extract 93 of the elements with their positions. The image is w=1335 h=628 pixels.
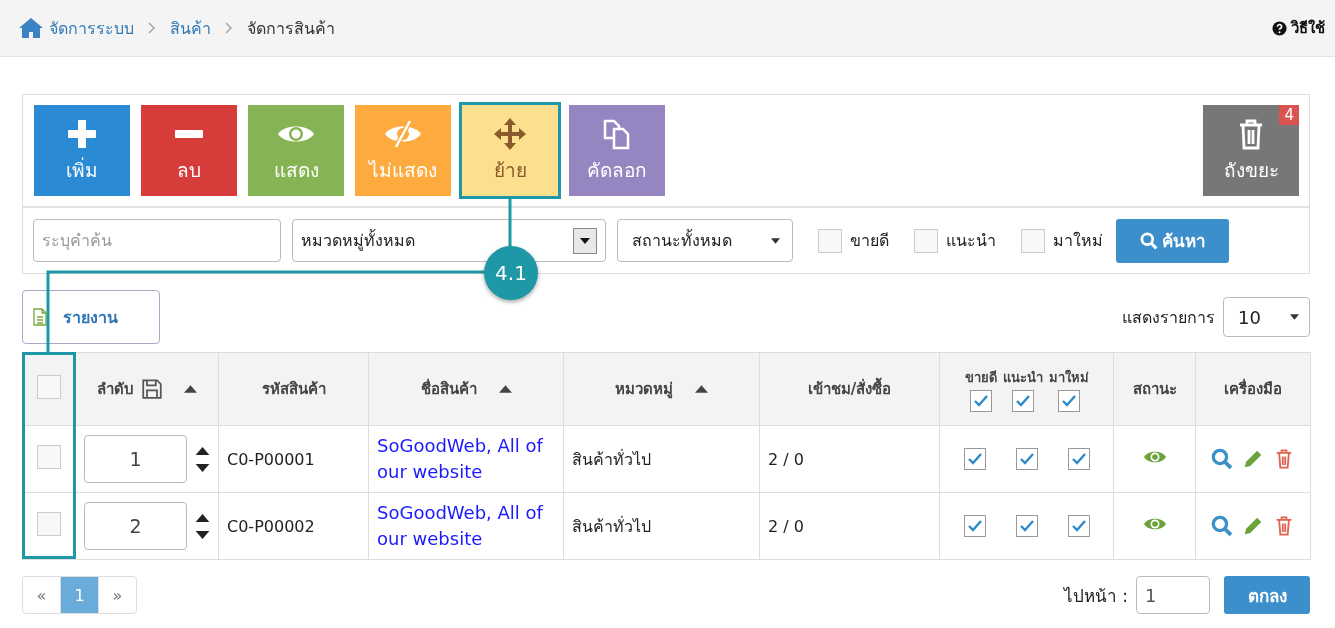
search-field[interactable]: ระบุคำค้น xyxy=(33,219,281,262)
check-icon xyxy=(967,520,982,532)
eye-icon[interactable] xyxy=(1142,516,1167,532)
move-up-icon[interactable] xyxy=(195,513,210,522)
move-button[interactable]: ย้าย xyxy=(462,105,558,196)
breadcrumb-current: จัดการสินค้า xyxy=(247,17,335,40)
table-cell: สินค้าทั่วไป xyxy=(572,516,651,536)
checkbox-label: แนะนำ xyxy=(946,230,996,252)
column-checkbox[interactable] xyxy=(969,389,992,412)
add-button[interactable]: เพิ่ม xyxy=(34,105,130,196)
caret-down-icon xyxy=(771,237,780,244)
row-flag-checkbox[interactable] xyxy=(1015,448,1038,470)
help-link[interactable]: วิธีใช้ xyxy=(1272,16,1325,40)
row-flag-checkbox[interactable] xyxy=(963,448,986,470)
check-icon xyxy=(1019,520,1034,532)
go-to-page-label: ไปหน้า : xyxy=(1063,584,1128,608)
search-icon[interactable] xyxy=(1211,448,1233,470)
search-icon[interactable] xyxy=(1211,515,1233,537)
check-icon xyxy=(967,453,982,465)
copy-button[interactable]: คัดลอก xyxy=(569,105,665,196)
column-header: ชื่อสินค้า xyxy=(420,377,477,400)
page-size-dropdown[interactable]: 10 xyxy=(1223,297,1310,337)
step-badge: 4.1 xyxy=(484,246,538,300)
search-icon xyxy=(1139,231,1158,250)
report-button[interactable]: รายงาน xyxy=(22,290,160,344)
order-field[interactable]: 2 xyxy=(84,502,187,550)
table-cell: สินค้าทั่วไป xyxy=(572,449,651,469)
caret-down-icon xyxy=(1290,314,1299,320)
row-flag-checkbox[interactable] xyxy=(1015,515,1038,537)
check-icon xyxy=(1071,520,1086,532)
pagination-link[interactable]: » xyxy=(99,577,136,613)
column-header: เครื่องมือ xyxy=(1224,377,1282,400)
pencil-icon[interactable] xyxy=(1242,515,1264,537)
row-flag-checkbox[interactable] xyxy=(1067,515,1090,537)
status-dropdown[interactable]: สถานะทั้งหมด xyxy=(617,219,793,262)
column-header: หมวดหมู่ xyxy=(615,379,673,401)
save-icon[interactable] xyxy=(142,379,162,399)
page-number-field[interactable]: 1 xyxy=(1136,576,1210,614)
column-header: ขายดี xyxy=(964,368,997,387)
move-down-icon[interactable] xyxy=(195,463,210,472)
row-flag-checkbox[interactable] xyxy=(963,515,986,537)
column-header: เข้าชม/สั่งซื้อ xyxy=(807,377,892,401)
table-cell: C0-P00002 xyxy=(227,516,315,536)
minus-icon xyxy=(175,129,203,138)
move-down-icon[interactable] xyxy=(195,530,210,539)
column-header: แนะนำ xyxy=(1002,368,1043,387)
check-icon xyxy=(1019,453,1034,465)
check-icon xyxy=(1015,394,1030,407)
order-field[interactable]: 1 xyxy=(84,435,187,483)
column-header: รหัสสินค้า xyxy=(261,379,326,400)
count-badge: 4 xyxy=(1279,105,1299,125)
pagination-link[interactable]: 1 xyxy=(61,577,99,613)
pencil-icon[interactable] xyxy=(1242,448,1264,470)
help-icon xyxy=(1272,20,1287,36)
filter-checkbox[interactable] xyxy=(818,228,842,253)
breadcrumb-link[interactable]: สินค้า xyxy=(170,15,211,41)
sort-icon[interactable] xyxy=(184,385,197,393)
trash-button[interactable]: ถังขยะ 4 xyxy=(1203,105,1299,196)
filter-checkbox[interactable] xyxy=(914,228,938,253)
row-flag-checkbox[interactable] xyxy=(1067,448,1090,470)
table-cell: C0-P00001 xyxy=(227,449,315,469)
column-checkbox[interactable] xyxy=(1057,389,1080,412)
check-icon xyxy=(973,394,988,407)
checkbox-label: ขายดี xyxy=(850,230,889,252)
check-icon xyxy=(1071,453,1086,465)
go-button[interactable]: ตกลง xyxy=(1224,576,1310,614)
row-checkbox[interactable] xyxy=(37,512,61,536)
search-button[interactable]: ค้นหา xyxy=(1116,218,1229,263)
delete-button[interactable]: ลบ xyxy=(141,105,237,196)
sort-icon[interactable] xyxy=(695,385,708,393)
breadcrumb-home-link[interactable]: จัดการระบบ xyxy=(18,15,134,41)
sort-icon[interactable] xyxy=(498,385,512,393)
select-all-checkbox[interactable] xyxy=(37,375,61,399)
category-dropdown[interactable]: หมวดหมู่ทั้งหมด xyxy=(292,219,606,262)
column-header: สถานะ xyxy=(1132,379,1177,400)
column-header: มาใหม่ xyxy=(1048,368,1089,387)
move-up-icon[interactable] xyxy=(195,446,210,455)
chevron-right-icon xyxy=(225,22,233,34)
checkbox-label: มาใหม่ xyxy=(1053,230,1103,252)
table-cell: 2 / 0 xyxy=(768,449,804,469)
table-cell: 2 / 0 xyxy=(768,516,804,536)
filter-checkbox[interactable] xyxy=(1021,228,1045,253)
caret-down-icon xyxy=(580,237,590,244)
chevron-right-icon xyxy=(148,22,156,34)
eye-icon[interactable] xyxy=(1142,449,1167,465)
home-icon xyxy=(18,17,44,39)
column-header: ลำดับ xyxy=(97,379,134,400)
show-button[interactable]: แสดง xyxy=(248,105,344,196)
page-size-label: แสดงรายการ xyxy=(1122,306,1215,329)
column-checkbox[interactable] xyxy=(1011,389,1034,412)
check-icon xyxy=(1061,394,1076,407)
document-icon xyxy=(33,308,47,326)
row-checkbox[interactable] xyxy=(37,445,61,469)
